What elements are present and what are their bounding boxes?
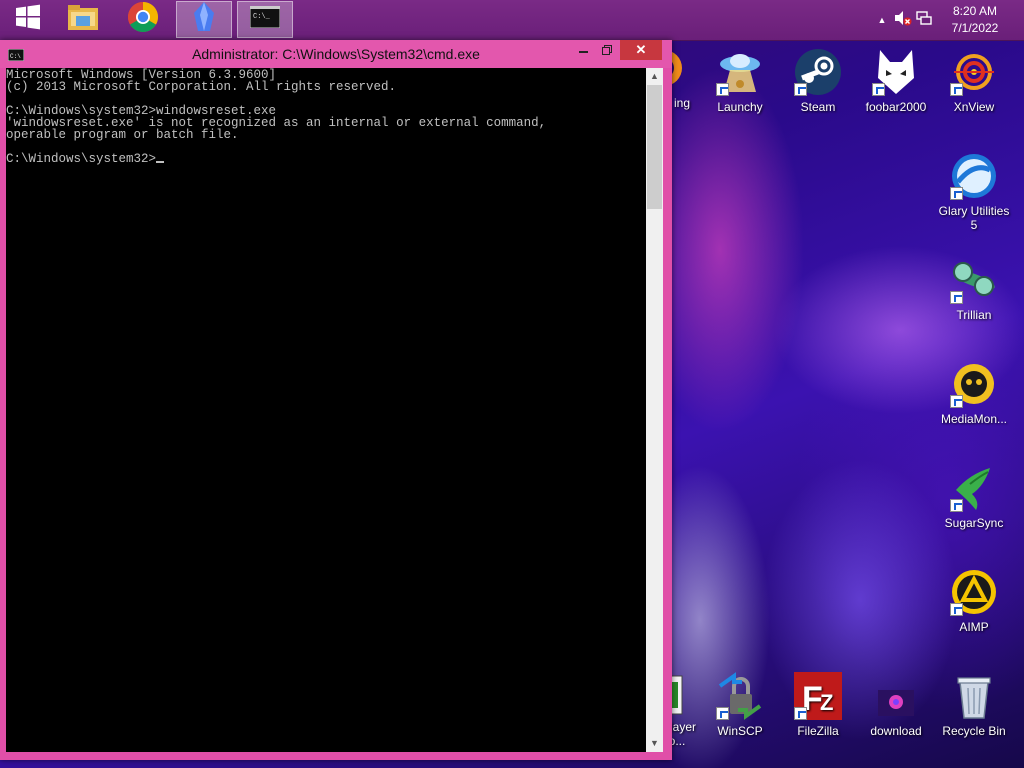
- mediamonkey-icon: [950, 360, 998, 408]
- desktop-icon-label: MediaMon...: [940, 412, 1008, 426]
- minimize-icon: [578, 51, 588, 53]
- network-icon[interactable]: [916, 10, 938, 31]
- filezilla-icon: F Z: [794, 672, 842, 720]
- close-icon: ✕: [635, 42, 647, 57]
- shortcut-arrow-icon: [950, 499, 963, 512]
- taskbar-command-prompt[interactable]: C:\_: [237, 1, 293, 38]
- desktop-icon-xnview[interactable]: XnView: [936, 48, 1012, 114]
- cmd-window[interactable]: C:\ Administrator: C:\Windows\System32\c…: [0, 40, 672, 760]
- close-button[interactable]: ✕: [620, 40, 662, 60]
- desktop-icon-recycle-bin[interactable]: Recycle Bin: [936, 672, 1012, 738]
- clock-time: 8:20 AM: [952, 4, 998, 18]
- svg-text:C:\_: C:\_: [253, 13, 271, 21]
- console-output[interactable]: Microsoft Windows [Version 6.3.9600] (c)…: [6, 68, 646, 752]
- desktop-icon-label: download: [870, 724, 922, 738]
- desktop-icon-foobar2000[interactable]: foobar2000: [858, 48, 934, 114]
- desktop-icon-label: Glary Utilities 5: [938, 204, 1010, 232]
- shortcut-arrow-icon: [794, 83, 807, 96]
- console-line: (c) 2013 Microsoft Corporation. All righ…: [6, 80, 397, 94]
- scrollbar-thumb[interactable]: [647, 85, 662, 209]
- launchy-icon: [716, 48, 764, 96]
- shortcut-arrow-icon: [950, 395, 963, 408]
- chrome-icon: [127, 1, 159, 38]
- taskbar-crystal-app[interactable]: [176, 1, 232, 38]
- shortcut-arrow-icon: [716, 707, 729, 720]
- window-titlebar[interactable]: C:\ Administrator: C:\Windows\System32\c…: [0, 40, 672, 68]
- desktop-icon-glary-utilities[interactable]: Glary Utilities 5: [936, 152, 1012, 232]
- start-button[interactable]: [0, 1, 56, 38]
- svg-text:Z: Z: [820, 690, 833, 715]
- desktop-icon-label: WinSCP: [717, 724, 763, 738]
- trillian-icon: [950, 256, 998, 304]
- desktop-icon-steam[interactable]: Steam: [780, 48, 856, 114]
- taskbar-clock[interactable]: 8:20 AM 7/1/2022: [944, 3, 1006, 37]
- xnview-icon: [950, 48, 998, 96]
- desktop-icon-label: FileZilla: [797, 724, 839, 738]
- taskbar: C:\_ ▲ 8:20 AM 7/1/2022: [0, 0, 1024, 41]
- desktop-icon-label: SugarSync: [944, 516, 1004, 530]
- desktop-icon-aimp[interactable]: AIMP: [936, 568, 1012, 634]
- shortcut-arrow-icon: [872, 83, 885, 96]
- taskbar-chrome[interactable]: [115, 1, 171, 38]
- scroll-down-arrow[interactable]: ▼: [646, 735, 663, 752]
- desktop-icon-label: AIMP: [959, 620, 989, 634]
- shortcut-arrow-icon: [794, 707, 807, 720]
- glary-utilities-icon: [950, 152, 998, 200]
- vertical-scrollbar[interactable]: ▲ ▼: [646, 68, 663, 752]
- recycle-bin-icon: [950, 672, 998, 720]
- desktop-icon-label: Recycle Bin: [942, 724, 1006, 738]
- aimp-icon: [950, 568, 998, 616]
- scroll-up-arrow[interactable]: ▲: [646, 68, 663, 85]
- desktop-icon-label: foobar2000: [865, 100, 927, 114]
- crystal-app-icon: [190, 1, 218, 38]
- desktop-icon-winscp[interactable]: WinSCP: [702, 672, 778, 738]
- file-explorer-icon: [66, 2, 100, 37]
- desktop-icon-trillian[interactable]: Trillian: [936, 256, 1012, 322]
- winscp-icon: [716, 672, 764, 720]
- shortcut-arrow-icon: [950, 83, 963, 96]
- desktop-icon-sugarsync[interactable]: SugarSync: [936, 464, 1012, 530]
- shortcut-arrow-icon: [950, 603, 963, 616]
- shortcut-arrow-icon: [950, 187, 963, 200]
- desktop-icon-label: Trillian: [956, 308, 992, 322]
- shortcut-arrow-icon: [950, 291, 963, 304]
- tray-expand-icon[interactable]: ▲: [874, 15, 890, 25]
- desktop-icon-filezilla[interactable]: F Z FileZilla: [780, 672, 856, 738]
- desktop-icon-download[interactable]: download: [858, 672, 934, 738]
- command-prompt-icon: C:\_: [249, 5, 281, 33]
- shortcut-arrow-icon: [716, 83, 729, 96]
- console-prompt: C:\Windows\system32>: [6, 152, 157, 166]
- foobar2000-icon: [872, 48, 920, 96]
- text-cursor: [156, 161, 165, 163]
- console-line: operable program or batch file.: [6, 128, 239, 142]
- clock-date: 7/1/2022: [951, 21, 999, 35]
- desktop-icon-launchy[interactable]: Launchy: [702, 48, 778, 114]
- console-prompt-line[interactable]: C:\Windows\system32>: [6, 153, 646, 165]
- taskbar-file-explorer[interactable]: [55, 1, 111, 38]
- steam-icon: [794, 48, 842, 96]
- restore-icon: [602, 43, 612, 58]
- sugarsync-icon: [950, 464, 998, 512]
- restore-button[interactable]: [596, 40, 618, 60]
- desktop-icon-label: Launchy: [717, 100, 763, 114]
- minimize-button[interactable]: [570, 40, 596, 60]
- desktop-icon-label: Steam: [800, 100, 836, 114]
- download-icon: [872, 672, 920, 720]
- windows-logo-icon: [15, 4, 41, 35]
- volume-muted-icon[interactable]: [894, 10, 916, 31]
- desktop-icon-label: XnView: [953, 100, 995, 114]
- system-tray: ▲: [874, 0, 938, 40]
- desktop-icon-mediamonkey[interactable]: MediaMon...: [936, 360, 1012, 426]
